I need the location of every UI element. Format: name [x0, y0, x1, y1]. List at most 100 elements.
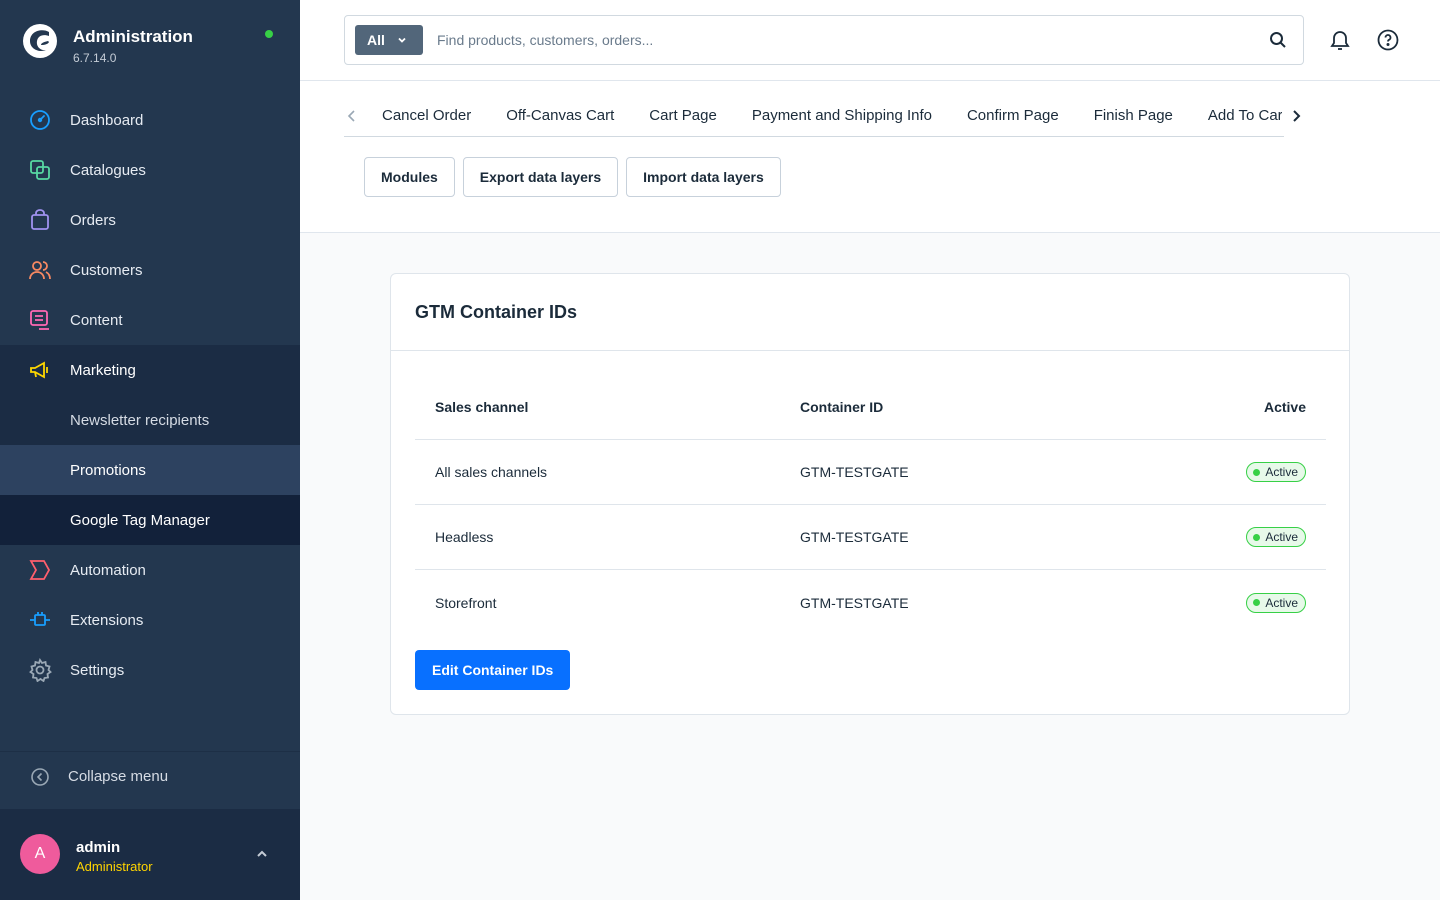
- plug-icon: [30, 612, 50, 626]
- container-id-cell: GTM-TESTGATE: [800, 529, 909, 545]
- status-badge: Active: [1246, 527, 1306, 547]
- top-bar: All: [300, 0, 1440, 81]
- sidebar: Administration 6.7.14.0 Dashboard Catalo…: [0, 0, 300, 900]
- sales-channel-cell: Storefront: [435, 594, 497, 611]
- content-icon: [30, 310, 49, 330]
- sidebar-item-label: Content: [70, 311, 123, 329]
- chevron-left-circle-icon: [31, 768, 49, 786]
- collapse-menu-button[interactable]: Collapse menu: [0, 751, 300, 801]
- status-badge: Active: [1246, 462, 1306, 482]
- sidebar-item-content[interactable]: Content: [0, 295, 300, 345]
- column-header-container-id: Container ID: [800, 398, 884, 415]
- sidebar-item-orders[interactable]: Orders: [0, 195, 300, 245]
- user-role: Administrator: [76, 859, 153, 874]
- search-input[interactable]: [437, 25, 1237, 55]
- shopping-bag-icon: [31, 209, 49, 230]
- container-id-cell: GTM-TESTGATE: [800, 594, 909, 611]
- card-title: GTM Container IDs: [391, 274, 1349, 351]
- sidebar-item-marketing[interactable]: Marketing: [0, 345, 300, 395]
- sidebar-item-label: Settings: [70, 661, 125, 679]
- import-data-layers-button[interactable]: Import data layers: [626, 157, 781, 197]
- column-header-active: Active: [1263, 398, 1306, 415]
- shopware-logo-icon: [23, 24, 57, 58]
- sidebar-item-label: Marketing: [70, 361, 136, 379]
- container-id-cell: GTM-TESTGATE: [800, 464, 909, 480]
- sidebar-item-google-tag-manager[interactable]: Google Tag Manager: [0, 495, 300, 545]
- modules-button[interactable]: Modules: [364, 157, 455, 197]
- avatar: A: [20, 834, 60, 874]
- action-buttons: Modules Export data layers Import data l…: [364, 157, 789, 197]
- sidebar-item-label: Customers: [70, 261, 143, 279]
- sidebar-item-dashboard[interactable]: Dashboard: [0, 95, 300, 145]
- table-row: Storefront GTM-TESTGATE Active: [415, 570, 1326, 635]
- app-version: 6.7.14.0: [73, 51, 117, 65]
- search-type-label: All: [367, 32, 385, 48]
- gtm-container-card: GTM Container IDs Sales channel Containe…: [390, 273, 1350, 715]
- status-label: Active: [1265, 595, 1298, 610]
- sidebar-item-catalogues[interactable]: Catalogues: [0, 145, 300, 195]
- sidebar-item-automation[interactable]: Automation: [0, 545, 300, 595]
- module-header: Cancel Order Off-Canvas Cart Cart Page P…: [300, 81, 1440, 233]
- tab-confirm-page[interactable]: Confirm Page: [967, 99, 1059, 133]
- sidebar-item-newsletter-recipients[interactable]: Newsletter recipients: [0, 395, 300, 445]
- status-label: Active: [1265, 530, 1298, 544]
- tab-bar: Cancel Order Off-Canvas Cart Cart Page P…: [344, 99, 1301, 137]
- chevron-up-icon[interactable]: [252, 847, 272, 861]
- online-status-dot: [265, 30, 273, 38]
- status-dot: [1253, 468, 1261, 476]
- container-table: Sales channel Container ID Active All sa…: [415, 374, 1326, 635]
- tab-payment-shipping-info[interactable]: Payment and Shipping Info: [752, 99, 932, 133]
- tab-finish-page[interactable]: Finish Page: [1094, 99, 1173, 133]
- sidebar-item-label: Google Tag Manager: [70, 511, 210, 529]
- sidebar-item-label: Extensions: [70, 611, 144, 629]
- status-dot: [1253, 533, 1261, 541]
- sidebar-item-label: Dashboard: [70, 111, 144, 129]
- sidebar-item-label: Catalogues: [70, 161, 146, 179]
- automation-icon: [29, 560, 51, 580]
- tab-off-canvas-cart[interactable]: Off-Canvas Cart: [506, 99, 614, 133]
- sidebar-item-extensions[interactable]: Extensions: [0, 595, 300, 645]
- bell-icon[interactable]: [1328, 28, 1352, 52]
- chevron-down-icon: [398, 37, 406, 43]
- sidebar-item-customers[interactable]: Customers: [0, 245, 300, 295]
- table-row: All sales channels GTM-TESTGATE Active: [415, 440, 1326, 505]
- app-title: Administration: [73, 27, 193, 46]
- edit-container-ids-button[interactable]: Edit Container IDs: [415, 650, 571, 690]
- sales-channel-cell: Headless: [435, 529, 494, 545]
- sidebar-item-label: Orders: [70, 211, 116, 229]
- table-header: Sales channel Container ID Active: [415, 374, 1326, 440]
- users-icon: [29, 261, 51, 280]
- chevron-left-icon[interactable]: [344, 108, 360, 124]
- user-name: admin: [76, 839, 121, 856]
- global-search: All: [344, 15, 1304, 65]
- sidebar-item-label: Promotions: [70, 461, 146, 479]
- tab-add-to-cart[interactable]: Add To Cart: [1208, 99, 1282, 133]
- table-row: Headless GTM-TESTGATE Active: [415, 505, 1326, 570]
- megaphone-icon: [30, 361, 48, 379]
- dashboard-icon: [30, 110, 50, 130]
- search-icon[interactable]: [1269, 31, 1287, 49]
- status-badge: Active: [1246, 592, 1306, 613]
- sales-channel-cell: All sales channels: [435, 464, 548, 480]
- gear-icon: [29, 658, 52, 682]
- export-data-layers-button[interactable]: Export data layers: [462, 157, 619, 197]
- search-type-dropdown[interactable]: All: [355, 25, 423, 55]
- status-dot: [1253, 599, 1261, 606]
- help-icon[interactable]: [1376, 28, 1400, 52]
- catalogue-icon: [30, 160, 50, 180]
- main-navigation: Dashboard Catalogues Orders Customers Co…: [0, 95, 300, 695]
- column-header-sales-channel: Sales channel: [435, 398, 529, 415]
- tab-cart-page[interactable]: Cart Page: [649, 99, 717, 133]
- brand-header: Administration 6.7.14.0: [0, 0, 300, 88]
- collapse-menu-label: Collapse menu: [68, 768, 169, 785]
- user-menu[interactable]: A admin Administrator: [0, 809, 300, 900]
- sidebar-item-promotions[interactable]: Promotions: [0, 445, 300, 495]
- nav-scroll-fade: [0, 735, 300, 751]
- tab-list: Cancel Order Off-Canvas Cart Cart Page P…: [382, 99, 1282, 133]
- sidebar-item-settings[interactable]: Settings: [0, 645, 300, 695]
- sidebar-item-label: Newsletter recipients: [70, 411, 210, 429]
- status-label: Active: [1265, 465, 1298, 479]
- tab-cancel-order[interactable]: Cancel Order: [382, 99, 471, 133]
- chevron-right-icon[interactable]: [1288, 108, 1304, 124]
- sidebar-item-label: Automation: [70, 561, 146, 579]
